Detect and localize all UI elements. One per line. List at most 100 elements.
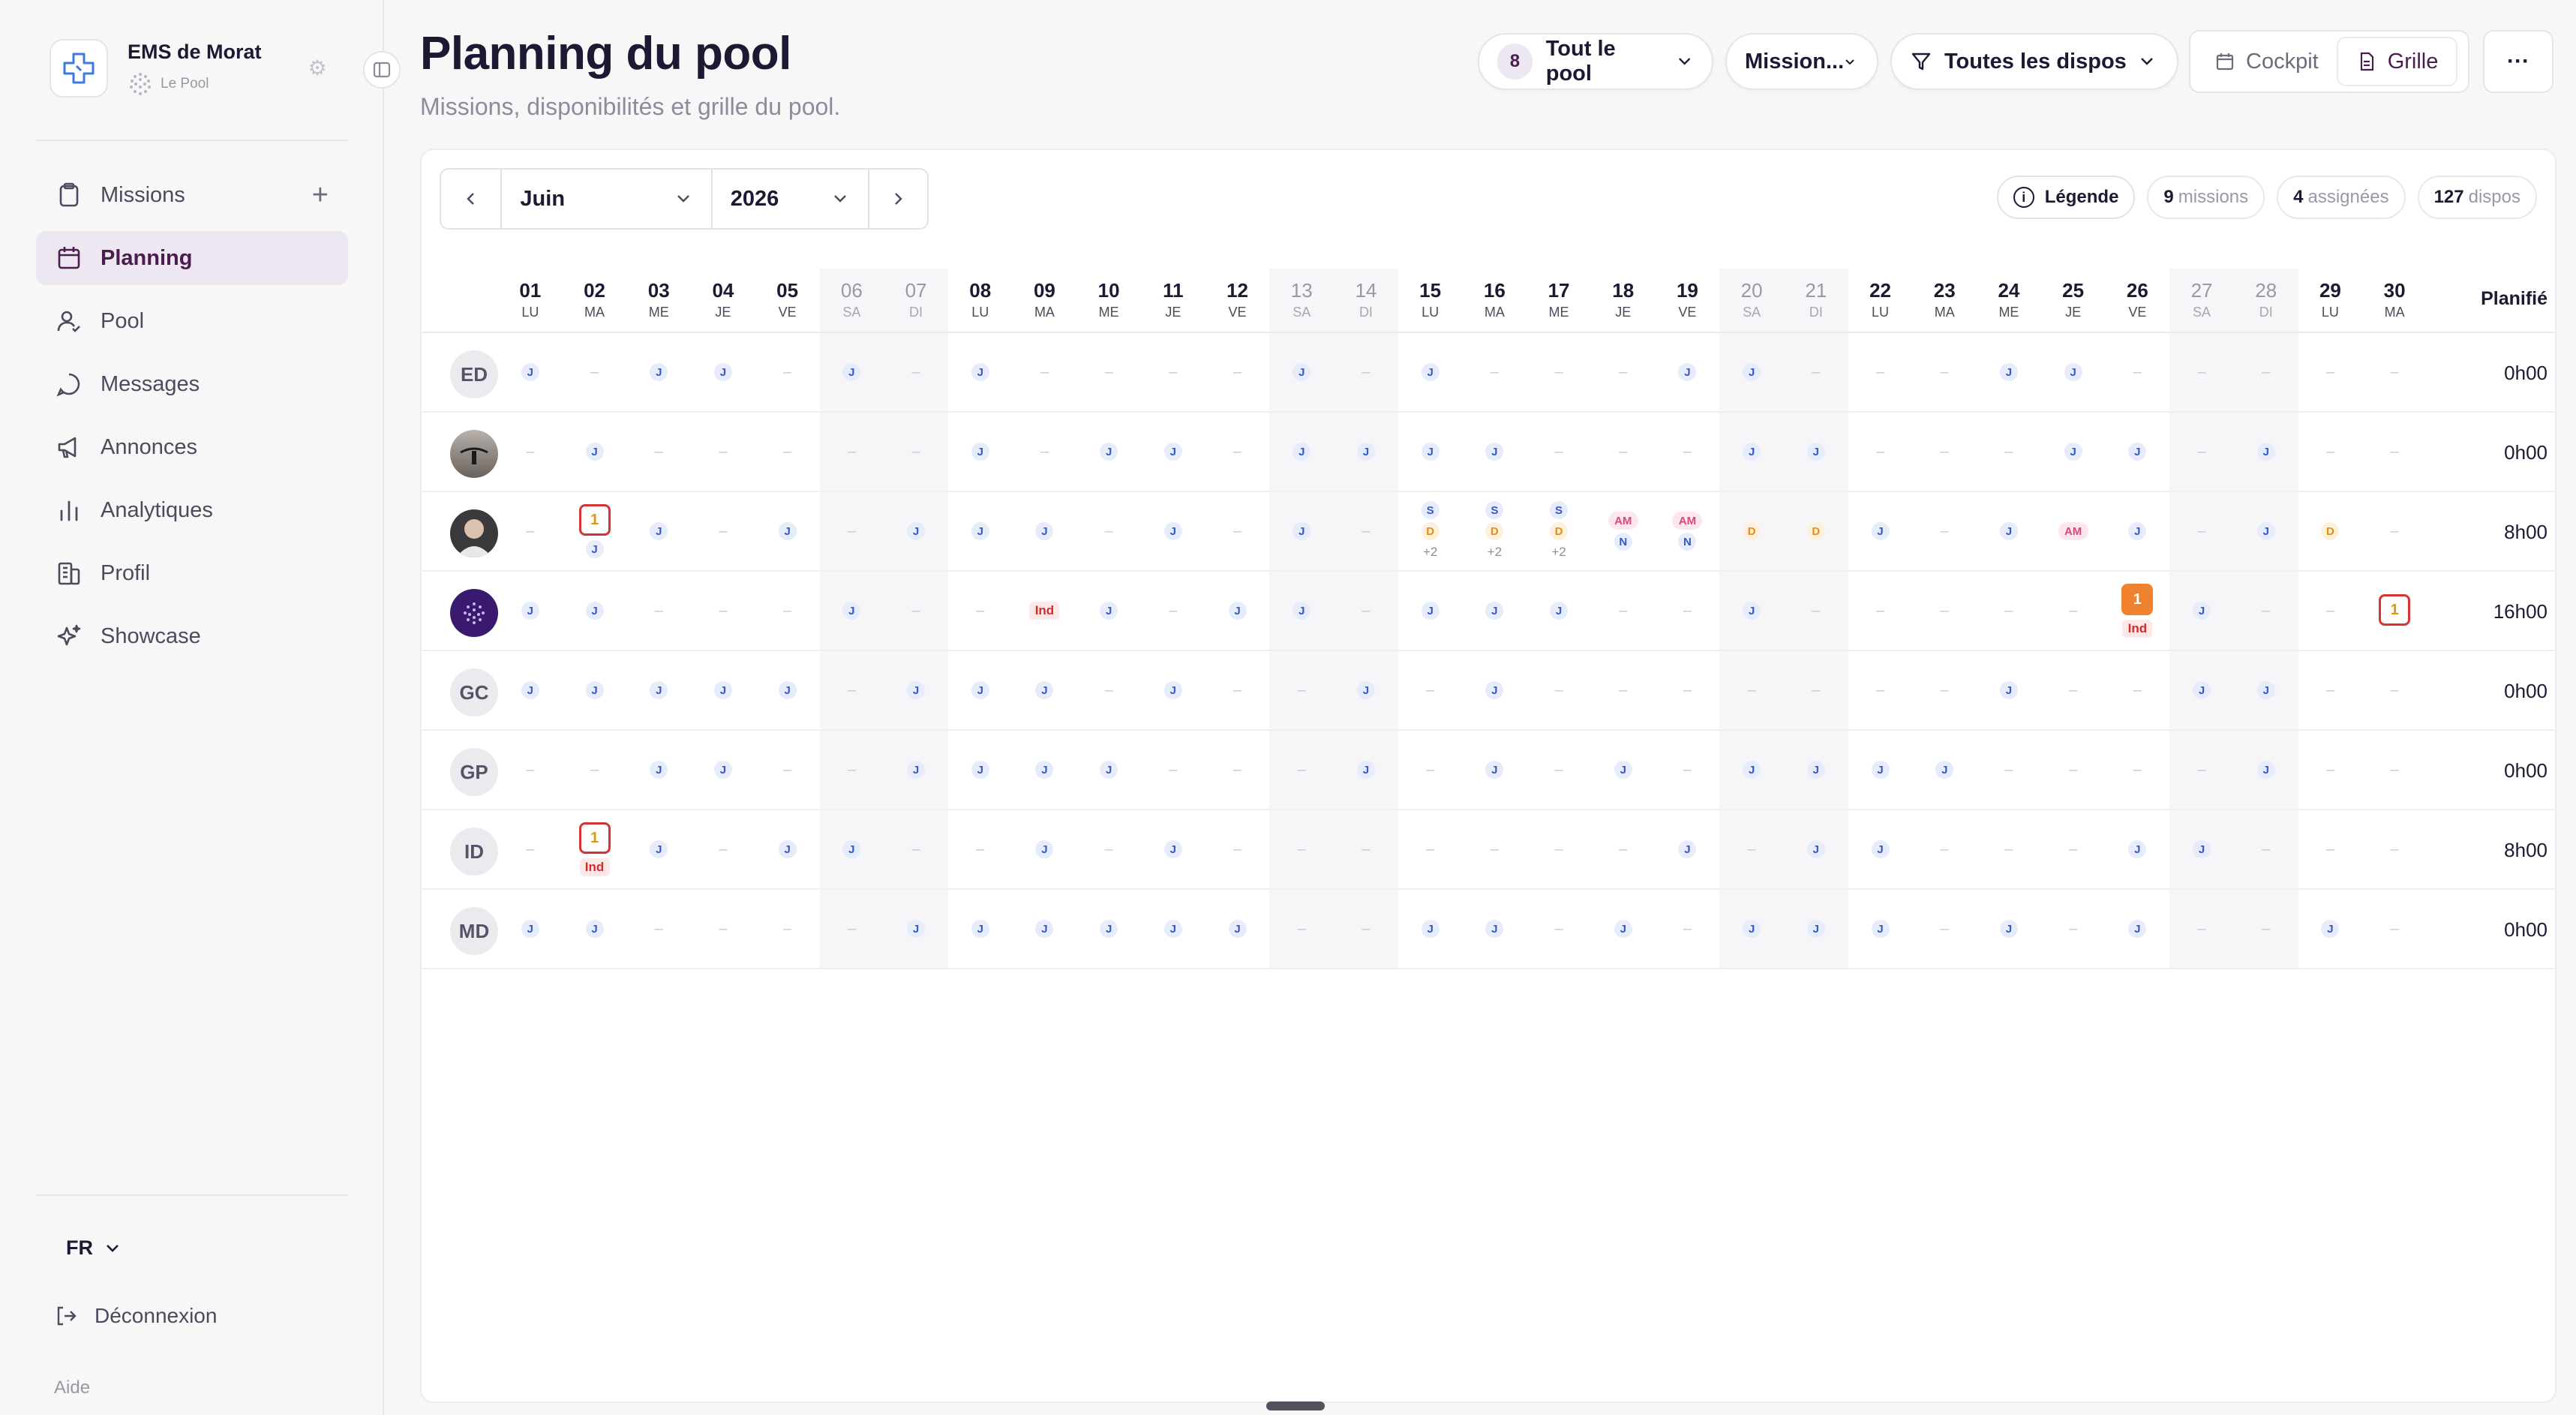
day-cell[interactable]: J (626, 492, 691, 570)
dispo-badge[interactable]: J (1871, 522, 1890, 540)
view-cockpit-button[interactable]: Cockpit (2196, 37, 2337, 86)
day-cell[interactable]: – (1656, 572, 1720, 650)
day-cell[interactable]: – (1076, 651, 1141, 729)
day-cell[interactable]: J (1848, 810, 1913, 888)
day-cell[interactable]: – (1719, 810, 1784, 888)
dispo-badge[interactable]: J (778, 522, 797, 540)
day-cell[interactable]: J (2041, 333, 2106, 411)
dispo-badge[interactable]: J (1743, 761, 1761, 779)
day-cell[interactable]: J (1013, 651, 1077, 729)
dispo-badge[interactable]: J (1743, 363, 1761, 381)
dispo-badge[interactable]: J (1743, 920, 1761, 938)
dispo-badge[interactable]: J (1999, 522, 2018, 540)
pool-filter[interactable]: 8 Tout le pool (1478, 33, 1713, 90)
day-cell[interactable]: – (498, 413, 563, 491)
day-cell[interactable]: J (1848, 492, 1913, 570)
avatar[interactable]: MD (450, 907, 498, 955)
day-cell[interactable]: – (691, 492, 755, 570)
day-cell[interactable]: – (1591, 413, 1656, 491)
dispo-badge[interactable]: J (1035, 681, 1054, 699)
day-cell[interactable]: J (1977, 333, 2041, 411)
day-cell[interactable]: – (2362, 492, 2427, 570)
day-cell[interactable]: Ind (1013, 572, 1077, 650)
day-cell[interactable]: J (1784, 810, 1848, 888)
dispo-badge[interactable]: J (1678, 840, 1697, 858)
day-cell[interactable]: – (1334, 572, 1398, 650)
day-cell[interactable]: – (563, 731, 627, 809)
day-cell[interactable]: – (2169, 413, 2234, 491)
dispo-badge[interactable]: J (1485, 920, 1504, 938)
day-cell[interactable]: J (1719, 731, 1784, 809)
avatar[interactable]: GC (450, 668, 498, 717)
dispo-badge[interactable]: J (1163, 840, 1182, 858)
dispo-badge[interactable]: J (2064, 363, 2082, 381)
dispo-badge[interactable]: S (1550, 501, 1569, 519)
dispo-filter[interactable]: Toutes les dispos (1890, 33, 2178, 90)
dispo-badge[interactable]: J (1999, 363, 2018, 381)
dispo-badge[interactable]: J (1999, 920, 2018, 938)
day-cell[interactable]: J (498, 572, 563, 650)
dispo-badge[interactable]: Ind (2122, 620, 2153, 638)
day-cell[interactable]: – (1912, 651, 1977, 729)
dispo-badge[interactable]: J (1614, 761, 1632, 779)
dispo-badge[interactable]: J (585, 540, 604, 558)
day-cell[interactable]: – (1656, 651, 1720, 729)
day-cell[interactable]: – (1463, 333, 1527, 411)
day-cell[interactable]: – (2298, 731, 2363, 809)
day-cell[interactable]: J (1013, 492, 1077, 570)
day-cell[interactable]: J (1527, 572, 1591, 650)
day-cell[interactable]: – (1591, 333, 1656, 411)
day-cell[interactable]: J (1719, 333, 1784, 411)
dispo-badge[interactable]: J (842, 363, 861, 381)
day-cell[interactable]: J (1334, 731, 1398, 809)
day-cell[interactable]: – (2169, 492, 2234, 570)
dispo-badge[interactable]: J (650, 363, 668, 381)
dispo-badge[interactable]: AM (1608, 512, 1638, 530)
dispo-badge[interactable]: J (971, 681, 989, 699)
day-cell[interactable]: – (1977, 413, 2041, 491)
dispo-badge[interactable]: J (2256, 681, 2275, 699)
day-cell[interactable]: – (948, 572, 1013, 650)
day-cell[interactable]: J (498, 890, 563, 968)
day-cell[interactable]: – (1912, 333, 1977, 411)
day-cell[interactable]: – (948, 810, 1013, 888)
day-cell[interactable]: – (820, 890, 884, 968)
day-cell[interactable]: – (1076, 810, 1141, 888)
day-cell[interactable]: – (1076, 333, 1141, 411)
day-cell[interactable]: J (2234, 731, 2298, 809)
dispo-badge[interactable]: J (521, 681, 539, 699)
nav-item-annonces[interactable]: Annonces (36, 420, 348, 474)
day-cell[interactable]: J (2106, 890, 2170, 968)
day-cell[interactable]: – (2362, 890, 2427, 968)
day-cell[interactable]: – (2234, 890, 2298, 968)
day-cell[interactable]: – (2298, 572, 2363, 650)
org-switcher[interactable]: EMS de Morat Le Pool (50, 39, 262, 98)
day-cell[interactable]: – (1848, 333, 1913, 411)
day-cell[interactable]: J (563, 413, 627, 491)
mission-badge[interactable]: 1 (578, 504, 611, 536)
day-cell[interactable]: – (1527, 413, 1591, 491)
dispo-badge[interactable]: J (1228, 602, 1247, 620)
day-cell[interactable]: – (1269, 810, 1334, 888)
avatar[interactable] (450, 589, 498, 637)
day-cell[interactable]: – (755, 413, 820, 491)
prev-month-button[interactable] (441, 170, 500, 228)
dispo-badge[interactable]: J (907, 920, 926, 938)
nav-item-pool[interactable]: Pool (36, 294, 348, 348)
day-cell[interactable]: J (691, 333, 755, 411)
day-cell[interactable]: – (2106, 333, 2170, 411)
dispo-badge[interactable]: J (713, 681, 732, 699)
day-cell[interactable]: J (2169, 572, 2234, 650)
day-cell[interactable]: J (2106, 492, 2170, 570)
day-cell[interactable]: J (1398, 333, 1463, 411)
dispo-badge[interactable]: J (1485, 761, 1504, 779)
day-cell[interactable]: – (884, 810, 948, 888)
dispo-badge[interactable]: J (1806, 761, 1825, 779)
nav-item-profil[interactable]: Profil (36, 546, 348, 600)
dispo-badge[interactable]: J (2128, 920, 2147, 938)
mission-badge[interactable]: 1 (2379, 594, 2411, 626)
avatar[interactable] (450, 430, 498, 478)
day-cell[interactable]: AM (2041, 492, 2106, 570)
day-cell[interactable]: – (2362, 333, 2427, 411)
day-cell[interactable]: J (1398, 413, 1463, 491)
